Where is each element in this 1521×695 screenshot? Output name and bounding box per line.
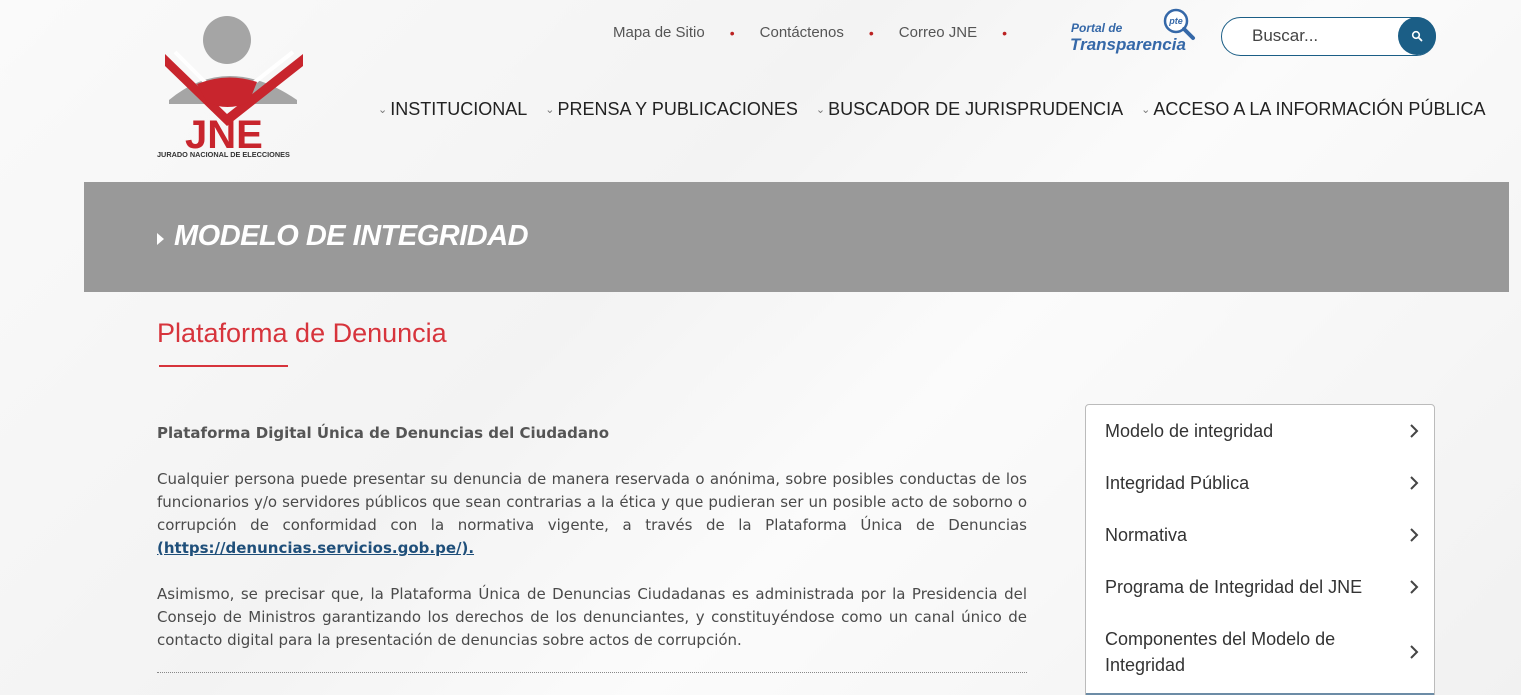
top-link-contactenos[interactable]: Contáctenos <box>760 24 844 41</box>
sidebar-item-label: Integridad Pública <box>1105 472 1250 493</box>
content-paragraph: Cualquier persona puede presentar su den… <box>157 468 1027 560</box>
nav-item-label: BUSCADOR DE JURISPRUDENCIA <box>828 99 1124 119</box>
separator-dot: • <box>729 24 735 41</box>
title-underline <box>159 365 288 367</box>
transparencia-line1: Portal de <box>1071 21 1123 35</box>
nav-item-prensa-publicaciones[interactable]: ⌄ PRENSA Y PUBLICACIONES <box>545 99 798 120</box>
top-link-correo-jne[interactable]: Correo JNE <box>899 24 977 41</box>
content-lead: Plataforma Digital Única de Denuncias de… <box>157 424 610 442</box>
nav-item-label: ACCESO A LA INFORMACIÓN PÚBLICA <box>1153 99 1486 119</box>
caret-right-icon <box>157 233 164 245</box>
search-icon <box>1411 30 1423 42</box>
main-nav: ⌄ INSTITUCIONAL ⌄ PRENSA Y PUBLICACIONES… <box>378 99 1485 120</box>
chevron-right-icon <box>1410 476 1419 490</box>
denuncias-link[interactable]: (https://denuncias.servicios.gob.pe/). <box>157 539 474 557</box>
search-input[interactable] <box>1252 26 1392 46</box>
top-links: Mapa de Sitio • Contáctenos • Correo JNE… <box>613 24 1032 41</box>
section-banner: MODELO DE INTEGRIDAD <box>84 182 1509 292</box>
nav-item-acceso-informacion[interactable]: ⌄ ACCESO A LA INFORMACIÓN PÚBLICA <box>1141 99 1485 120</box>
separator-dot: • <box>1002 24 1008 41</box>
paragraph-text: Cualquier persona puede presentar su den… <box>157 470 1027 534</box>
chevron-down-icon: ⌄ <box>1141 104 1151 116</box>
chevron-right-icon <box>1410 424 1419 438</box>
sidebar-item-normativa[interactable]: Normativa <box>1086 509 1434 561</box>
sidebar-item-integridad-publica[interactable]: Integridad Pública <box>1086 457 1434 509</box>
sidebar-item-label: Modelo de integridad <box>1105 420 1274 441</box>
page-title: Plataforma de Denuncia <box>157 318 447 348</box>
jne-logo[interactable]: JNE JURADO NACIONAL DE ELECCIONES <box>157 12 309 162</box>
search-box <box>1221 17 1436 56</box>
top-link-mapa-de-sitio[interactable]: Mapa de Sitio <box>613 24 705 41</box>
sidebar-item-modelo-integridad[interactable]: Modelo de integridad <box>1086 405 1434 457</box>
search-button[interactable] <box>1398 17 1436 55</box>
banner-title: MODELO DE INTEGRIDAD <box>174 220 529 252</box>
pte-magnifier-icon: pte <box>1163 8 1195 40</box>
pte-badge: pte <box>1168 16 1183 26</box>
sidebar-item-label: Programa de Integridad del JNE <box>1105 576 1363 597</box>
nav-item-buscador-jurisprudencia[interactable]: ⌄ BUSCADOR DE JURISPRUDENCIA <box>816 99 1123 120</box>
nav-item-institucional[interactable]: ⌄ INSTITUCIONAL <box>378 99 527 120</box>
chevron-down-icon: ⌄ <box>378 104 388 116</box>
chevron-right-icon <box>1410 528 1419 542</box>
main-content: Plataforma Digital Única de Denuncias de… <box>157 422 1027 675</box>
nav-item-label: INSTITUCIONAL <box>390 99 528 119</box>
chevron-down-icon: ⌄ <box>815 104 826 116</box>
nav-item-label: PRENSA Y PUBLICACIONES <box>557 99 798 119</box>
sidebar-menu: Modelo de integridad Integridad Pública … <box>1085 404 1435 695</box>
chevron-down-icon: ⌄ <box>545 104 555 116</box>
sidebar-item-programa-integridad[interactable]: Programa de Integridad del JNE <box>1086 561 1434 613</box>
sidebar-item-label: Componentes del Modelo de Integridad <box>1105 629 1336 675</box>
logo-subtitle: JURADO NACIONAL DE ELECCIONES <box>157 150 290 159</box>
chevron-right-icon <box>1410 580 1419 594</box>
chevron-right-icon <box>1410 645 1419 659</box>
dotted-divider <box>157 672 1027 673</box>
portal-transparencia-link[interactable]: Portal de Transparencia pte <box>1068 7 1200 57</box>
content-paragraph: Asimismo, se precisar que, la Plataforma… <box>157 585 1027 649</box>
sidebar-item-componentes-modelo[interactable]: Componentes del Modelo de Integridad <box>1086 613 1434 691</box>
separator-dot: • <box>868 24 874 41</box>
sidebar-item-label: Normativa <box>1105 524 1188 545</box>
jne-logo-graphic: JNE JURADO NACIONAL DE ELECCIONES <box>157 16 303 159</box>
